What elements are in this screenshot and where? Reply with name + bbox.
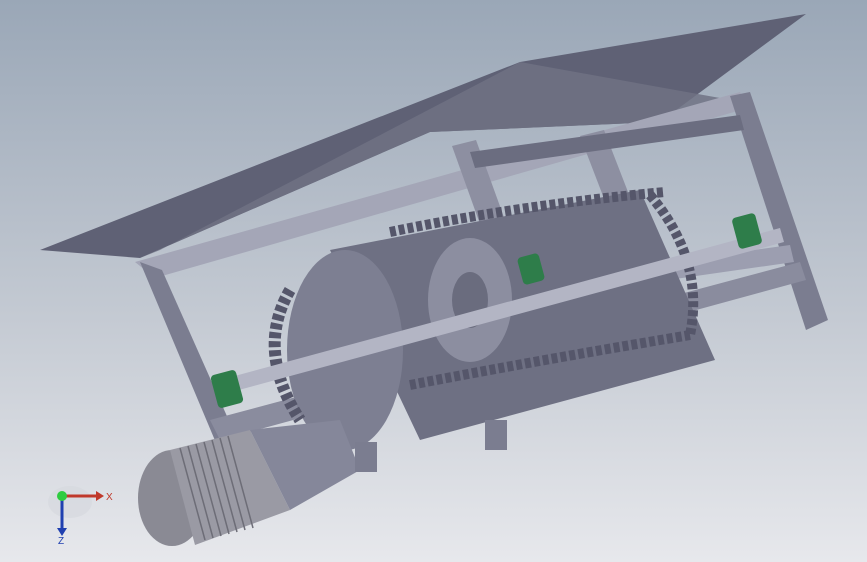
coordinate-triad: X Z <box>48 486 113 547</box>
x-arrow-icon <box>96 491 104 501</box>
y-axis-icon <box>57 491 67 501</box>
graphics-viewport[interactable]: X Z <box>0 0 867 562</box>
support-foot-1[interactable] <box>355 442 377 472</box>
support-foot-2[interactable] <box>485 420 507 450</box>
model-scene[interactable] <box>0 0 867 562</box>
triad-shadow <box>48 486 92 518</box>
z-axis-label: Z <box>58 536 64 547</box>
x-axis-label: X <box>106 492 113 503</box>
z-arrow-icon <box>57 528 67 536</box>
